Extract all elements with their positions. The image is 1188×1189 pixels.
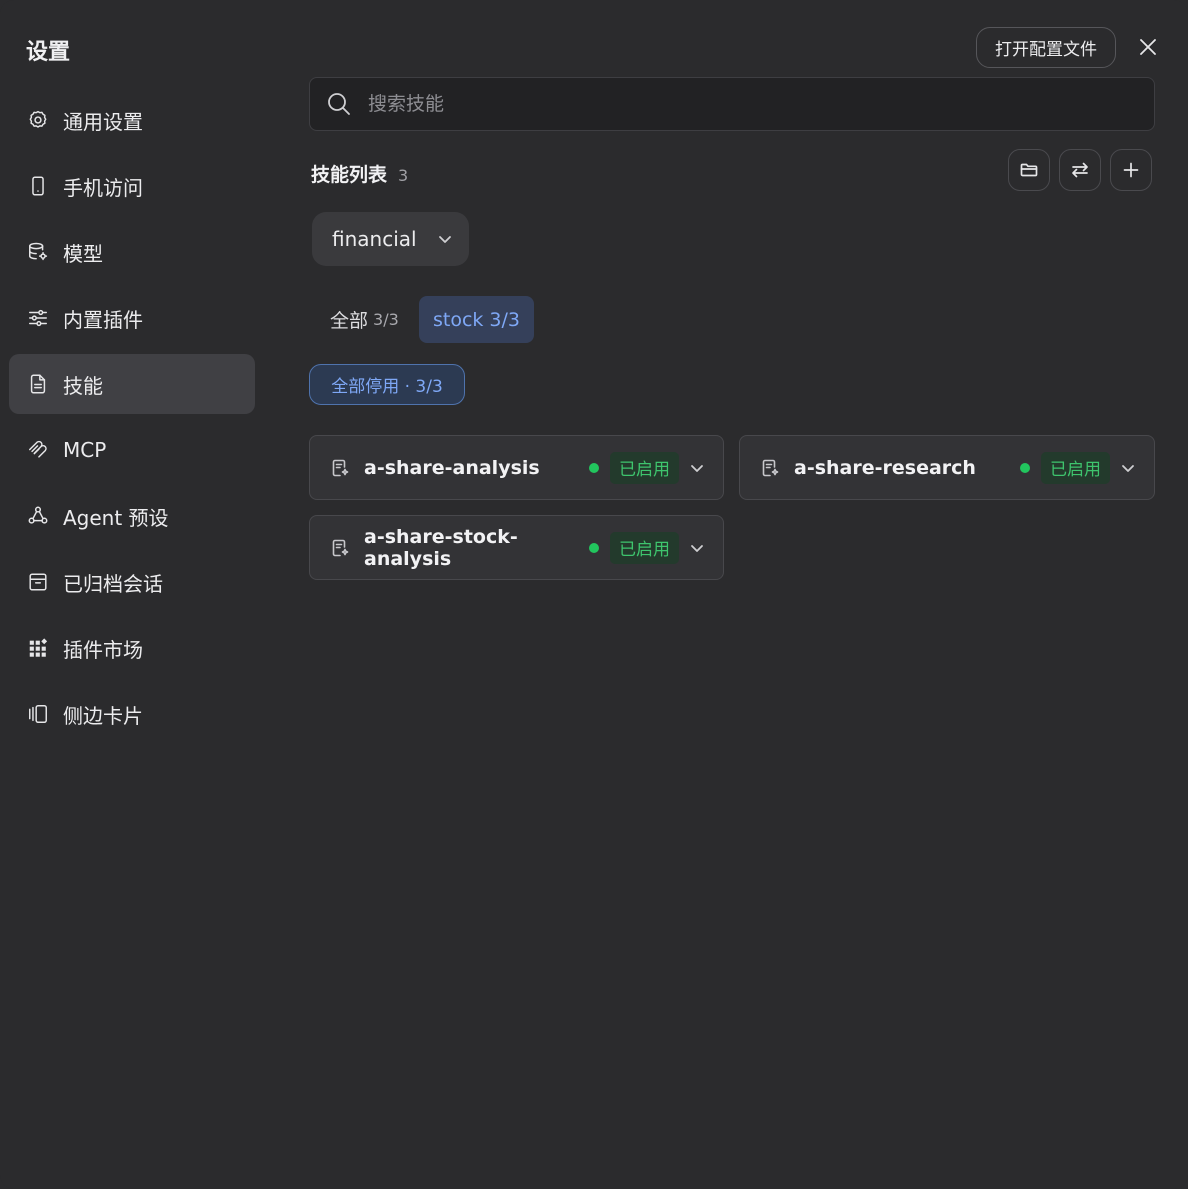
chevron-down-icon [691,464,703,472]
chevron-down-icon [691,544,703,552]
tab-label: 全部 [330,310,369,332]
database-settings-icon [27,241,49,263]
archive-icon [27,571,49,593]
sidebar-item-mcp[interactable]: MCP [9,420,255,480]
skill-card[interactable]: a-share-analysis 已启用 [309,435,724,500]
sidebar-item-general[interactable]: 通用设置 [9,90,255,150]
mcp-icon [27,439,49,461]
close-button[interactable] [1134,33,1162,61]
sidebar: 通用设置 手机访问 模型 内置插件 技能 MCP Agent 预设 已归档会话 … [9,90,255,750]
sidebar-item-label: 模型 [63,241,103,266]
tab-label: stock 3/3 [432,308,521,331]
sidebar-item-label: 通用设置 [63,109,143,134]
sliders-icon [27,307,49,329]
open-config-file-button[interactable]: 打开配置文件 [976,27,1116,68]
search-box [309,77,1155,131]
skill-card[interactable]: a-share-research 已启用 [739,435,1155,500]
add-skill-button[interactable] [1110,149,1152,191]
sidebar-item-label: 侧边卡片 [63,703,143,728]
skill-file-icon [330,538,350,558]
swap-button[interactable] [1059,149,1101,191]
agent-nodes-icon [27,505,49,527]
side-cards-icon [27,703,49,725]
dropdown-value: financial [332,227,417,251]
skills-list-title: 技能列表 [311,164,388,186]
tab-stock[interactable]: stock 3/3 [419,296,534,343]
folder-icon [1020,163,1038,177]
status-badge: 已启用 [610,531,679,564]
sidebar-item-models[interactable]: 模型 [9,222,255,282]
expand-button[interactable] [1120,460,1136,476]
sidebar-item-label: 插件市场 [63,637,143,662]
sidebar-item-skills[interactable]: 技能 [9,354,255,414]
sidebar-item-builtin-plugins[interactable]: 内置插件 [9,288,255,348]
skill-name: a-share-stock-analysis [364,525,518,570]
page-title: 设置 [26,40,71,65]
sidebar-item-label: 已归档会话 [63,571,163,596]
skill-name: a-share-analysis [364,456,540,479]
search-input[interactable] [366,92,1130,116]
search-icon [328,93,350,115]
tab-all[interactable]: 全部 3/3 [312,296,416,343]
gear-icon [27,109,49,131]
chevron-down-icon [1122,464,1134,472]
settings-window: 设置 打开配置文件 通用设置 手机访问 模型 内置插件 技能 MCP Agent… [0,0,1188,1189]
swap-arrows-icon [1072,162,1088,178]
plus-icon [1123,162,1139,178]
skills-list-header: 技能列表 3 [311,160,408,187]
sidebar-item-agent-presets[interactable]: Agent 预设 [9,486,255,546]
disable-all-button[interactable]: 全部停用 · 3/3 [309,364,465,405]
sidebar-item-label: 手机访问 [63,175,143,200]
sidebar-item-archived-sessions[interactable]: 已归档会话 [9,552,255,612]
tab-count: 3/3 [373,310,399,329]
sidebar-item-side-cards[interactable]: 侧边卡片 [9,684,255,744]
open-folder-button[interactable] [1008,149,1050,191]
enabled-dot [589,542,599,553]
close-icon [1140,39,1156,55]
document-icon [27,373,49,395]
skill-file-icon [760,458,780,478]
skill-name: a-share-research [794,456,976,479]
skill-card[interactable]: a-share-stock-analysis 已启用 [309,515,724,580]
expand-button[interactable] [689,540,705,556]
sidebar-item-label: Agent 预设 [63,505,169,530]
sidebar-item-mobile-access[interactable]: 手机访问 [9,156,255,216]
status-badge: 已启用 [1041,451,1110,484]
status-badge: 已启用 [610,451,679,484]
enabled-dot [589,462,599,473]
category-dropdown[interactable]: financial [312,212,469,266]
phone-icon [27,175,49,197]
enabled-dot [1020,462,1030,473]
sidebar-item-label: 技能 [63,373,103,398]
skill-file-icon [330,458,350,478]
chevron-down-icon [438,236,451,243]
sidebar-item-label: MCP [63,438,107,462]
sidebar-item-plugin-market[interactable]: 插件市场 [9,618,255,678]
sidebar-item-label: 内置插件 [63,307,143,332]
expand-button[interactable] [689,460,705,476]
skills-count: 3 [398,166,409,185]
grid-apps-icon [27,637,49,659]
